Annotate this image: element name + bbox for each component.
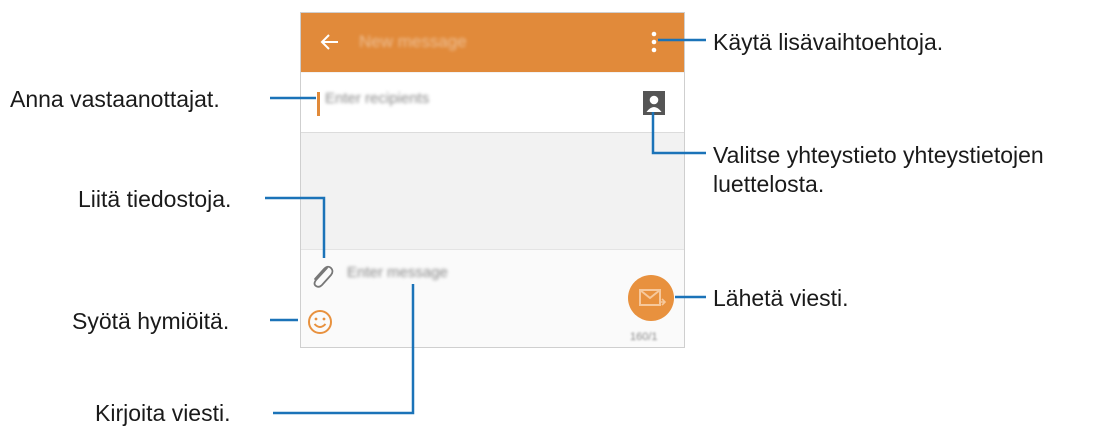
character-counter: 160/1 xyxy=(630,331,658,343)
recipients-row: Enter recipients xyxy=(301,73,684,133)
send-envelope-icon xyxy=(639,289,667,306)
callout-attach-files: Liitä tiedostoja. xyxy=(78,186,232,212)
emoji-icon[interactable] xyxy=(305,307,335,337)
callout-select-contact-line2: luettelosta. xyxy=(713,171,825,197)
callout-send-message: Lähetä viesti. xyxy=(713,285,849,311)
recipients-input[interactable]: Enter recipients xyxy=(325,90,429,107)
callout-select-contact-line1: Valitse yhteystieto yhteystietojen xyxy=(713,142,1044,168)
text-cursor xyxy=(317,92,320,116)
back-arrow-icon[interactable] xyxy=(319,31,341,53)
compose-area: Enter message 160/1 xyxy=(301,249,684,347)
more-options-icon[interactable] xyxy=(651,31,657,53)
contact-icon[interactable] xyxy=(643,91,665,115)
message-input[interactable]: Enter message xyxy=(347,264,448,281)
app-bar: New message xyxy=(301,13,684,72)
callout-write-message: Kirjoita viesti. xyxy=(95,400,231,426)
paperclip-icon[interactable] xyxy=(307,262,337,292)
callout-enter-recipients: Anna vastaanottajat. xyxy=(10,86,220,112)
screen-title: New message xyxy=(359,32,467,51)
send-button[interactable] xyxy=(628,275,674,321)
callout-more-options: Käytä lisävaihtoehtoja. xyxy=(713,29,944,55)
callout-insert-emoticons: Syötä hymiöitä. xyxy=(72,308,230,334)
message-composer-screen: New message Enter recipients Enter messa… xyxy=(300,12,685,348)
